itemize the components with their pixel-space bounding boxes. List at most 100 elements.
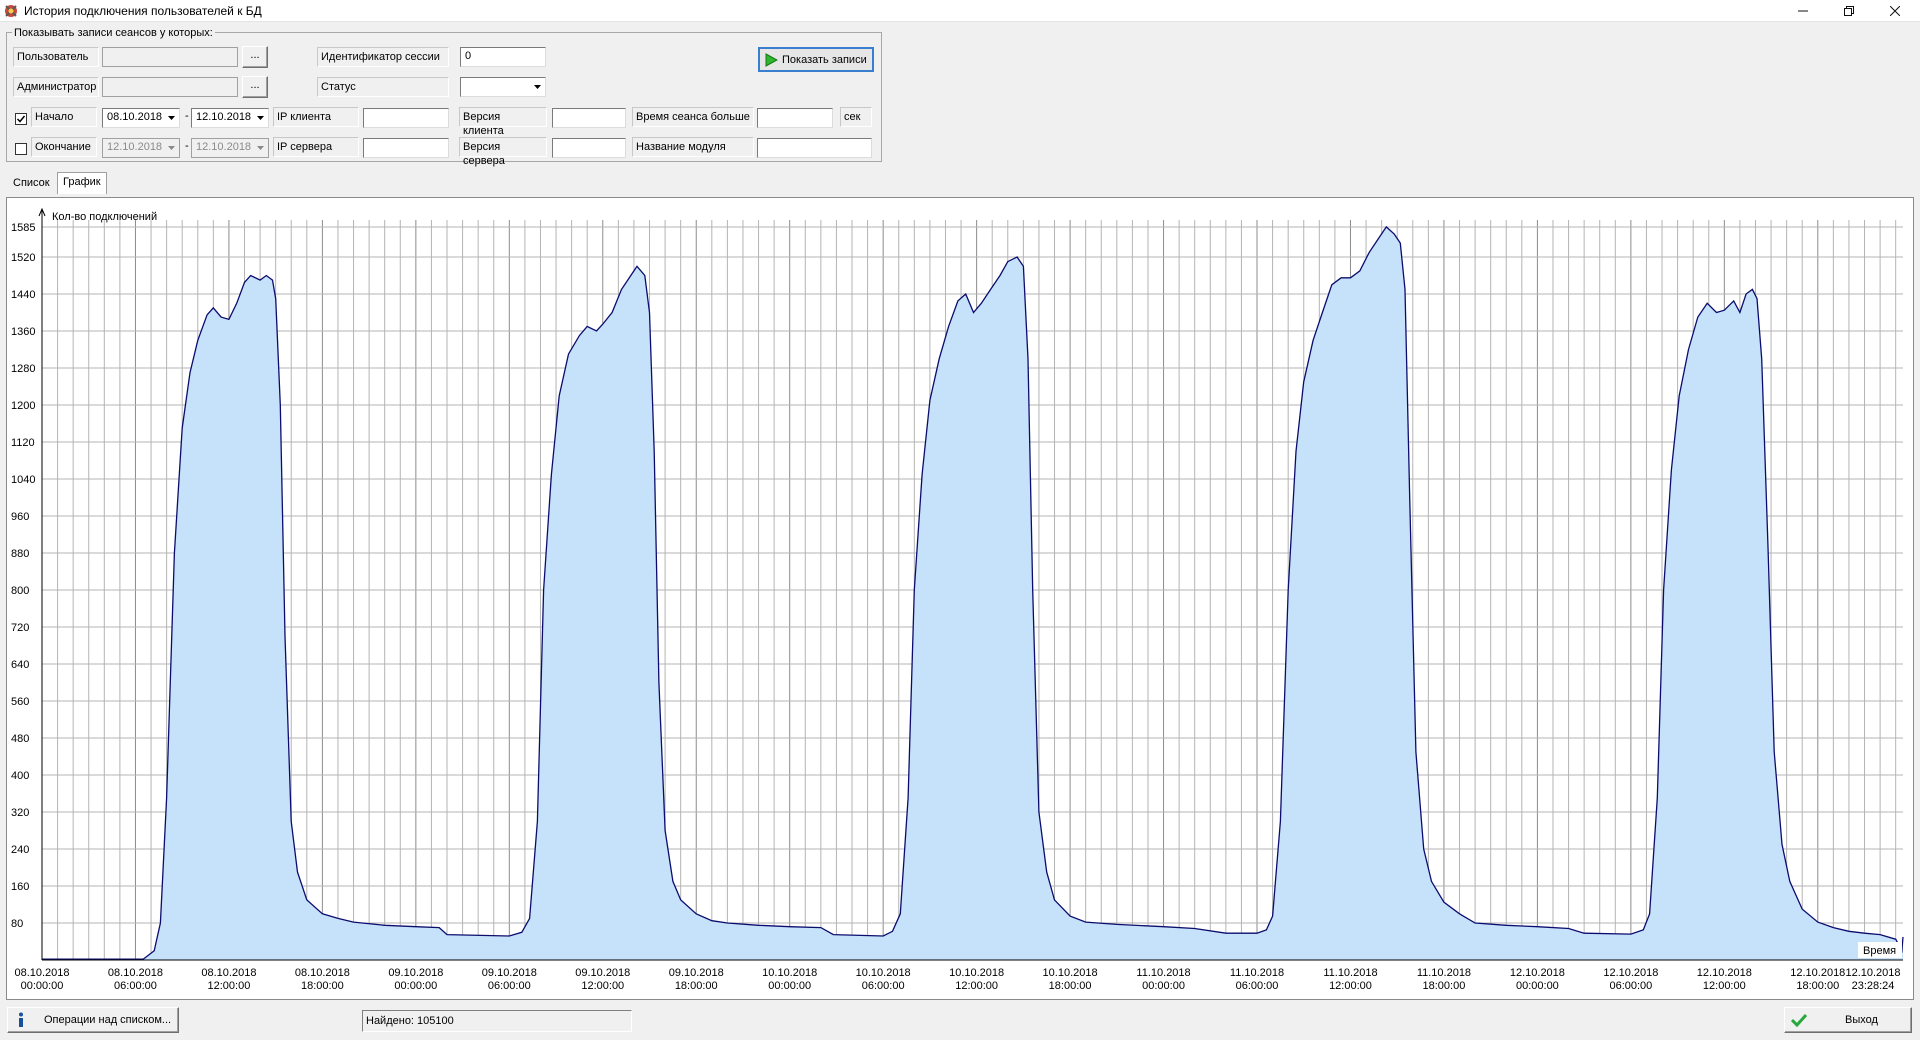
tab-chart[interactable]: График [57, 172, 107, 194]
admin-browse-button[interactable]: ... [242, 76, 268, 98]
module-name-field[interactable] [757, 138, 872, 158]
x-tick-date: 09.10.2018 [669, 967, 724, 979]
start-to-dropdown-arrow[interactable] [253, 109, 268, 127]
y-tick-label: 160 [11, 881, 29, 893]
server-version-label: Версия сервера [459, 137, 547, 167]
x-tick-date: 09.10.2018 [388, 967, 443, 979]
client-version-field[interactable] [552, 108, 626, 128]
user-field[interactable] [102, 47, 238, 67]
app-window: История подключения пользователей к БД П… [0, 0, 1920, 1040]
y-tick-label: 1040 [11, 474, 35, 486]
x-tick-time: 12:00:00 [208, 980, 251, 992]
x-tick-time: 06:00:00 [1609, 980, 1652, 992]
x-tick-time: 18:00:00 [1049, 980, 1092, 992]
x-tick-time: 18:00:00 [675, 980, 718, 992]
x-tick-time: 18:00:00 [1423, 980, 1466, 992]
list-operations-button[interactable]: Операции над списком... [7, 1007, 179, 1033]
exit-button[interactable]: Выход [1784, 1007, 1912, 1033]
play-icon [765, 52, 778, 67]
checkmark-icon [1791, 1013, 1807, 1027]
server-ip-field[interactable] [363, 138, 449, 158]
y-tick-label: 1520 [11, 252, 35, 264]
show-records-label: Показать записи [782, 53, 867, 66]
y-axis-label: Кол-во подключений [52, 211, 157, 223]
module-name-label: Название модуля [632, 137, 754, 157]
x-tick-date: 08.10.2018 [108, 967, 163, 979]
exit-label: Выход [1845, 1014, 1878, 1026]
close-button[interactable] [1872, 0, 1918, 22]
y-tick-label: 640 [11, 659, 29, 671]
y-tick-label: 1200 [11, 400, 35, 412]
y-tick-label: 1280 [11, 363, 35, 375]
restore-icon [1844, 6, 1854, 16]
server-ip-label: IP сервера [273, 137, 359, 157]
x-tick-time: 12:00:00 [1329, 980, 1372, 992]
x-tick-date: 10.10.2018 [1043, 967, 1098, 979]
y-tick-label: 720 [11, 622, 29, 634]
y-tick-label: 560 [11, 696, 29, 708]
x-tick-time: 18:00:00 [1796, 980, 1839, 992]
status-combo[interactable] [460, 77, 546, 97]
x-tick-time: 12:00:00 [955, 980, 998, 992]
start-range-dash: - [185, 110, 189, 122]
status-label: Статус [317, 77, 449, 97]
close-icon [1890, 6, 1900, 16]
found-count: Найдено: 105100 [362, 1010, 632, 1032]
x-tick-date: 12.10.2018 [1603, 967, 1658, 979]
y-tick-label: 320 [11, 807, 29, 819]
x-tick-date: 10.10.2018 [762, 967, 817, 979]
x-tick-time: 06:00:00 [488, 980, 531, 992]
start-label: Начало [31, 107, 97, 127]
start-checkbox[interactable] [15, 113, 27, 125]
x-tick-time: 00:00:00 [394, 980, 437, 992]
user-label: Пользователь [13, 47, 99, 67]
x-tick-date: 11.10.2018 [1323, 967, 1377, 979]
admin-field[interactable] [102, 77, 238, 97]
start-from-date[interactable]: 08.10.2018 [102, 108, 180, 128]
y-tick-label: 80 [11, 918, 23, 930]
session-time-label: Время сеанса больше [632, 107, 754, 127]
list-operations-label: Операции над списком... [44, 1014, 172, 1026]
x-tick-date: 10.10.2018 [856, 967, 911, 979]
show-records-button[interactable]: Показать записи [758, 47, 874, 72]
session-id-label: Идентификатор сессии [317, 47, 449, 67]
x-tick-date: 08.10.2018 [295, 967, 350, 979]
client-ip-field[interactable] [363, 108, 449, 128]
minimize-button[interactable] [1780, 0, 1826, 22]
end-to-date[interactable]: 12.10.2018 [191, 138, 269, 158]
user-browse-button[interactable]: ... [242, 46, 268, 68]
y-tick-label: 880 [11, 548, 29, 560]
x-tick-date: 11.10.2018 [1136, 967, 1190, 979]
x-tick-date: 08.10.2018 [201, 967, 256, 979]
y-tick-label: 480 [11, 733, 29, 745]
x-tick-date: 12.10.2018 [1790, 967, 1845, 979]
start-from-dropdown-arrow[interactable] [164, 109, 179, 127]
session-time-field[interactable] [757, 108, 833, 128]
end-checkbox[interactable] [15, 143, 27, 155]
end-from-dropdown-arrow[interactable] [164, 139, 179, 157]
client-ip-label: IP клиента [273, 107, 359, 127]
start-to-date[interactable]: 12.10.2018 [191, 108, 269, 128]
x-tick-time: 23:28:24 [1852, 980, 1895, 992]
status-dropdown-arrow[interactable] [530, 78, 545, 96]
client-version-label: Версия клиента [459, 107, 547, 137]
y-tick-label: 400 [11, 770, 29, 782]
chevron-down-icon [168, 116, 175, 120]
chevron-down-icon [257, 116, 264, 120]
info-icon [19, 1012, 23, 1027]
session-id-field[interactable]: 0 [460, 47, 546, 67]
x-tick-time: 12:00:00 [1703, 980, 1746, 992]
restore-button[interactable] [1826, 0, 1872, 22]
end-to-dropdown-arrow[interactable] [253, 139, 268, 157]
start-to-date-value: 12.10.2018 [196, 111, 252, 123]
x-axis-label: Время [1863, 945, 1896, 957]
chart-panel: 80 160 240 320 400 480 560 640 720 800 880 960 1040 1… [6, 197, 1914, 1000]
filter-group-title: Показывать записи сеансов у которых: [12, 27, 215, 39]
minimize-icon [1798, 10, 1808, 12]
chevron-down-icon [534, 85, 541, 89]
y-tick-label: 1120 [11, 437, 35, 449]
tab-list[interactable]: Список [8, 174, 55, 194]
x-tick-date: 11.10.2018 [1230, 967, 1284, 979]
end-from-date[interactable]: 12.10.2018 [102, 138, 180, 158]
server-version-field[interactable] [552, 138, 626, 158]
